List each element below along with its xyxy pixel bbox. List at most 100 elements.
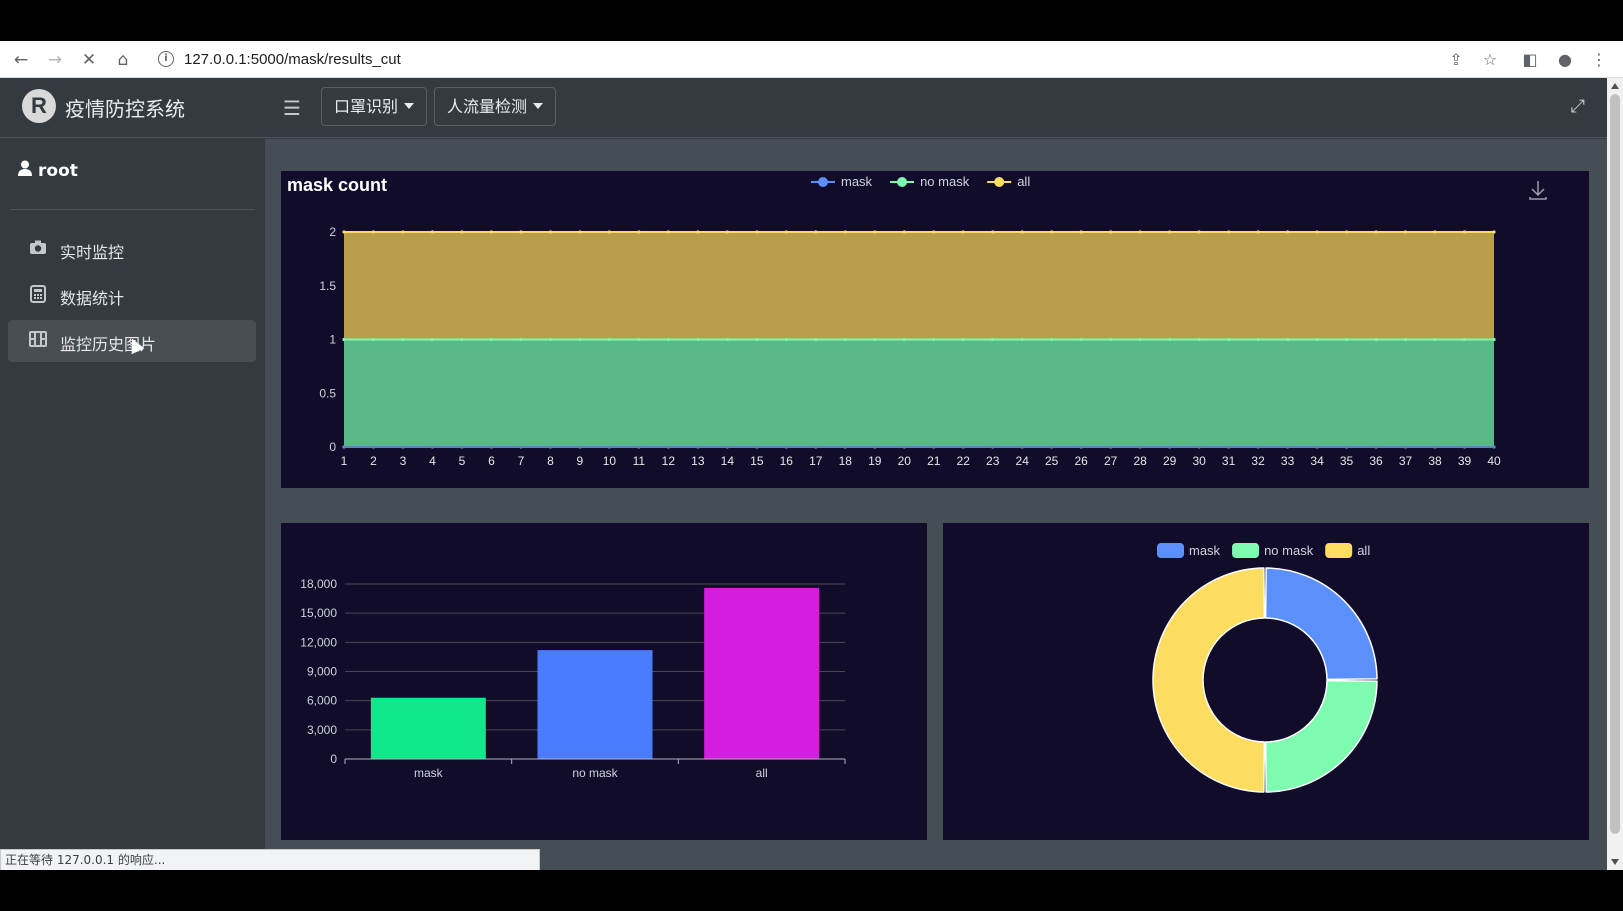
data-point	[814, 230, 818, 234]
data-point	[1050, 337, 1054, 342]
x-tick-label: 29	[1163, 454, 1177, 468]
data-point	[637, 230, 641, 234]
back-icon[interactable]: ←	[8, 47, 34, 73]
x-tick-label: 15	[750, 454, 764, 468]
sidebar-item-statistics[interactable]: 数据统计	[8, 274, 256, 316]
sidebar-item-realtime-monitor[interactable]: 实时监控	[8, 228, 256, 270]
donut-chart: mask no mask all	[1152, 543, 1378, 793]
data-point	[843, 230, 847, 234]
legend-swatch-all	[1325, 543, 1353, 558]
data-point	[578, 337, 582, 342]
data-point	[637, 337, 641, 342]
data-point	[1285, 230, 1290, 234]
x-tick-label: 10	[603, 454, 617, 468]
data-point	[991, 230, 995, 234]
legend-marker-mask	[818, 177, 828, 187]
site-info-icon[interactable]: i	[158, 51, 174, 67]
side-panel-icon[interactable]: ◧	[1517, 47, 1543, 73]
area-no-mask	[344, 339, 1494, 447]
scroll-down-icon[interactable]	[1611, 859, 1619, 865]
data-point	[902, 230, 906, 234]
share-icon[interactable]: ⇪	[1443, 47, 1469, 73]
data-point	[1492, 230, 1496, 234]
donut-slice-all	[1152, 567, 1266, 793]
y-tick-label: 0.5	[319, 386, 336, 400]
data-point	[1315, 337, 1319, 342]
data-point	[519, 230, 523, 234]
bar-all	[704, 587, 820, 759]
stop-loading-icon[interactable]: ✕	[76, 47, 102, 73]
sidebar-item-label: 实时监控	[60, 243, 125, 262]
app-root: R 疫情防控系统 root 实时监控 数据统计 监控历史图片 ☰ 口罩识别 人流…	[0, 78, 1607, 870]
data-point	[1256, 337, 1260, 342]
home-icon[interactable]: ⌂	[110, 47, 136, 73]
dropdown-crowd-detection[interactable]: 人流量检测	[434, 87, 557, 126]
legend-label: mask	[1189, 543, 1221, 558]
data-point	[1109, 337, 1113, 342]
donut-chart-panel: mask no mask all	[943, 523, 1589, 840]
dropdown-mask-recognition[interactable]: 口罩识别	[321, 87, 428, 126]
x-tick-label: 19	[868, 454, 882, 468]
y-tick-label: 6,000	[307, 694, 337, 708]
page-scrollbar[interactable]	[1607, 78, 1623, 870]
x-tick-label: 32	[1251, 454, 1265, 468]
scroll-up-icon[interactable]	[1611, 83, 1619, 89]
x-tick-label: 37	[1399, 454, 1413, 468]
fullscreen-icon[interactable]: ⤢	[1571, 96, 1585, 117]
profile-avatar-icon[interactable]: ●	[1552, 47, 1578, 73]
brand-link[interactable]: R 疫情防控系统	[0, 78, 265, 138]
y-tick-label: 1	[329, 333, 336, 347]
browser-window: ← → ✕ ⌂ i 127.0.0.1:5000/mask/results_cu…	[0, 41, 1623, 870]
data-point	[873, 230, 877, 234]
chart-title: mask count	[287, 175, 387, 195]
x-tick-label: 20	[898, 454, 912, 468]
browser-menu-icon[interactable]: ⋮	[1586, 47, 1612, 73]
data-point	[460, 230, 464, 234]
scroll-thumb[interactable]	[1610, 94, 1620, 834]
data-point	[371, 230, 376, 234]
data-point	[1227, 230, 1231, 234]
data-point	[1227, 337, 1231, 342]
data-point	[725, 230, 729, 234]
data-point	[489, 230, 494, 234]
legend-label: all	[1017, 174, 1030, 189]
data-point	[1197, 230, 1201, 234]
x-tick-label: 23	[986, 454, 1000, 468]
brand-logo: R	[22, 89, 56, 123]
legend-swatch-no-mask	[1232, 543, 1260, 558]
x-tick-label: 3	[400, 454, 407, 468]
sidebar-item-label: 数据统计	[60, 289, 125, 308]
y-tick-label: 0	[330, 752, 337, 766]
y-tick-label: 1.5	[319, 279, 336, 293]
forward-icon[interactable]: →	[42, 47, 68, 73]
user-panel[interactable]: root	[18, 160, 78, 181]
data-point	[342, 337, 346, 342]
legend-label: all	[1357, 543, 1370, 558]
x-tick-label: 7	[518, 454, 525, 468]
x-tick-label: 25	[1045, 454, 1059, 468]
caret-down-icon	[404, 103, 415, 109]
x-tick-label: 1	[341, 454, 348, 468]
data-point	[1433, 230, 1437, 234]
data-point	[1168, 230, 1172, 234]
x-tick-label: 26	[1074, 454, 1088, 468]
address-bar[interactable]: i 127.0.0.1:5000/mask/results_cut	[148, 46, 1438, 74]
data-point	[1374, 337, 1378, 342]
data-point	[961, 337, 965, 342]
x-tick-label: 36	[1369, 454, 1383, 468]
legend-marker-all	[994, 177, 1005, 187]
x-tick-label: all	[756, 766, 768, 780]
main-content: mask count mask no mask all 0 0.5 1 1.5 2 1 2 3 4 5…	[265, 139, 1607, 870]
x-tick-label: no mask	[572, 766, 618, 780]
x-tick-label: 6	[488, 454, 495, 468]
x-tick-label: 2	[370, 454, 377, 468]
data-point	[1138, 337, 1142, 342]
data-point	[489, 337, 494, 342]
data-point	[1079, 230, 1083, 234]
download-icon[interactable]	[1529, 181, 1547, 200]
bookmark-star-icon[interactable]: ☆	[1477, 47, 1503, 73]
bar-mask	[370, 697, 486, 759]
camera-icon	[29, 239, 47, 257]
data-point	[1374, 230, 1378, 234]
hamburger-menu-icon[interactable]: ☰	[283, 96, 301, 120]
